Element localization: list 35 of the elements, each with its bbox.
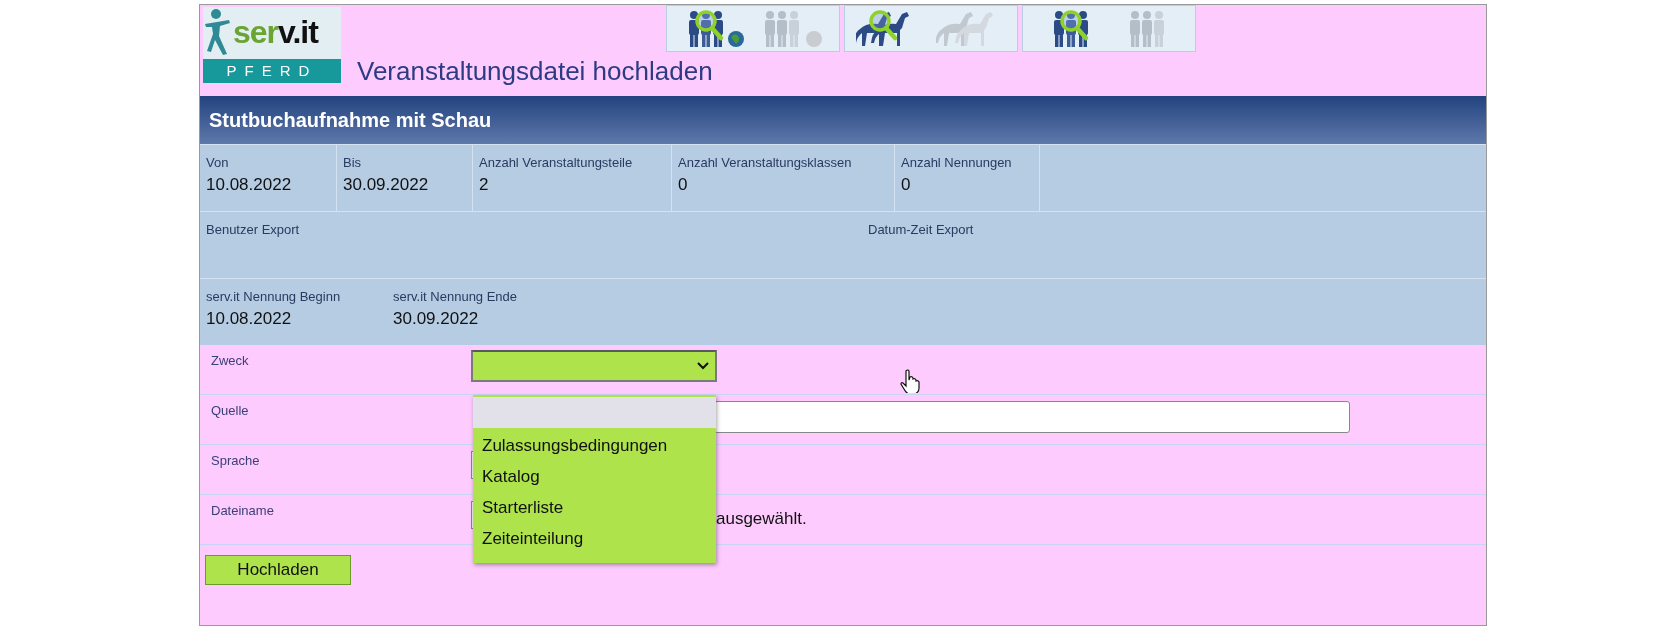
field-label: Benutzer Export bbox=[206, 222, 301, 237]
form-label: Zweck bbox=[210, 352, 250, 370]
dropdown-option[interactable]: Zeiteinteilung bbox=[473, 524, 716, 555]
chevron-down-icon bbox=[697, 362, 709, 370]
field-label: Datum-Zeit Export bbox=[868, 222, 975, 237]
field-label: Anzahl Nennungen bbox=[901, 155, 1013, 170]
field-label: Bis bbox=[343, 155, 363, 170]
page-title: Veranstaltungsdatei hochladen bbox=[357, 56, 714, 87]
event-title-bar: Stutbuchaufnahme mit Schau bbox=[200, 96, 1486, 144]
dropdown-option[interactable]: Katalog bbox=[473, 462, 716, 493]
field-label: serv.it Nennung Ende bbox=[393, 289, 519, 304]
purpose-select[interactable] bbox=[471, 350, 717, 382]
dropdown-option[interactable]: Zulassungsbedingungen bbox=[473, 431, 716, 462]
source-input-field[interactable] bbox=[714, 401, 1350, 433]
file-status-text: ausgewählt. bbox=[716, 509, 807, 529]
field-value: 30.09.2022 bbox=[343, 175, 430, 195]
form-label: Dateiname bbox=[210, 502, 275, 520]
field-value: 0 bbox=[901, 175, 912, 195]
field-value: 0 bbox=[678, 175, 689, 195]
upload-button[interactable]: Hochladen bbox=[205, 555, 351, 585]
logo-tagline: PFERD bbox=[203, 59, 341, 83]
field-label: serv.it Nennung Beginn bbox=[206, 289, 342, 304]
dropdown-option[interactable]: Starterliste bbox=[473, 493, 716, 524]
hand-cursor-icon bbox=[900, 369, 920, 393]
logo-wordmark: serv.it bbox=[233, 16, 318, 48]
form-label: Sprache bbox=[210, 452, 261, 470]
form-label: Quelle bbox=[210, 402, 250, 420]
field-value: 2 bbox=[479, 175, 490, 195]
field-value: 30.09.2022 bbox=[393, 309, 480, 329]
person-figure-icon bbox=[203, 8, 233, 56]
field-value: 10.08.2022 bbox=[206, 309, 293, 329]
field-label: Anzahl Veranstaltungsklassen bbox=[678, 155, 853, 170]
field-label: Von bbox=[206, 155, 230, 170]
field-label: Anzahl Veranstaltungsteile bbox=[479, 155, 634, 170]
field-value: 10.08.2022 bbox=[206, 175, 293, 195]
